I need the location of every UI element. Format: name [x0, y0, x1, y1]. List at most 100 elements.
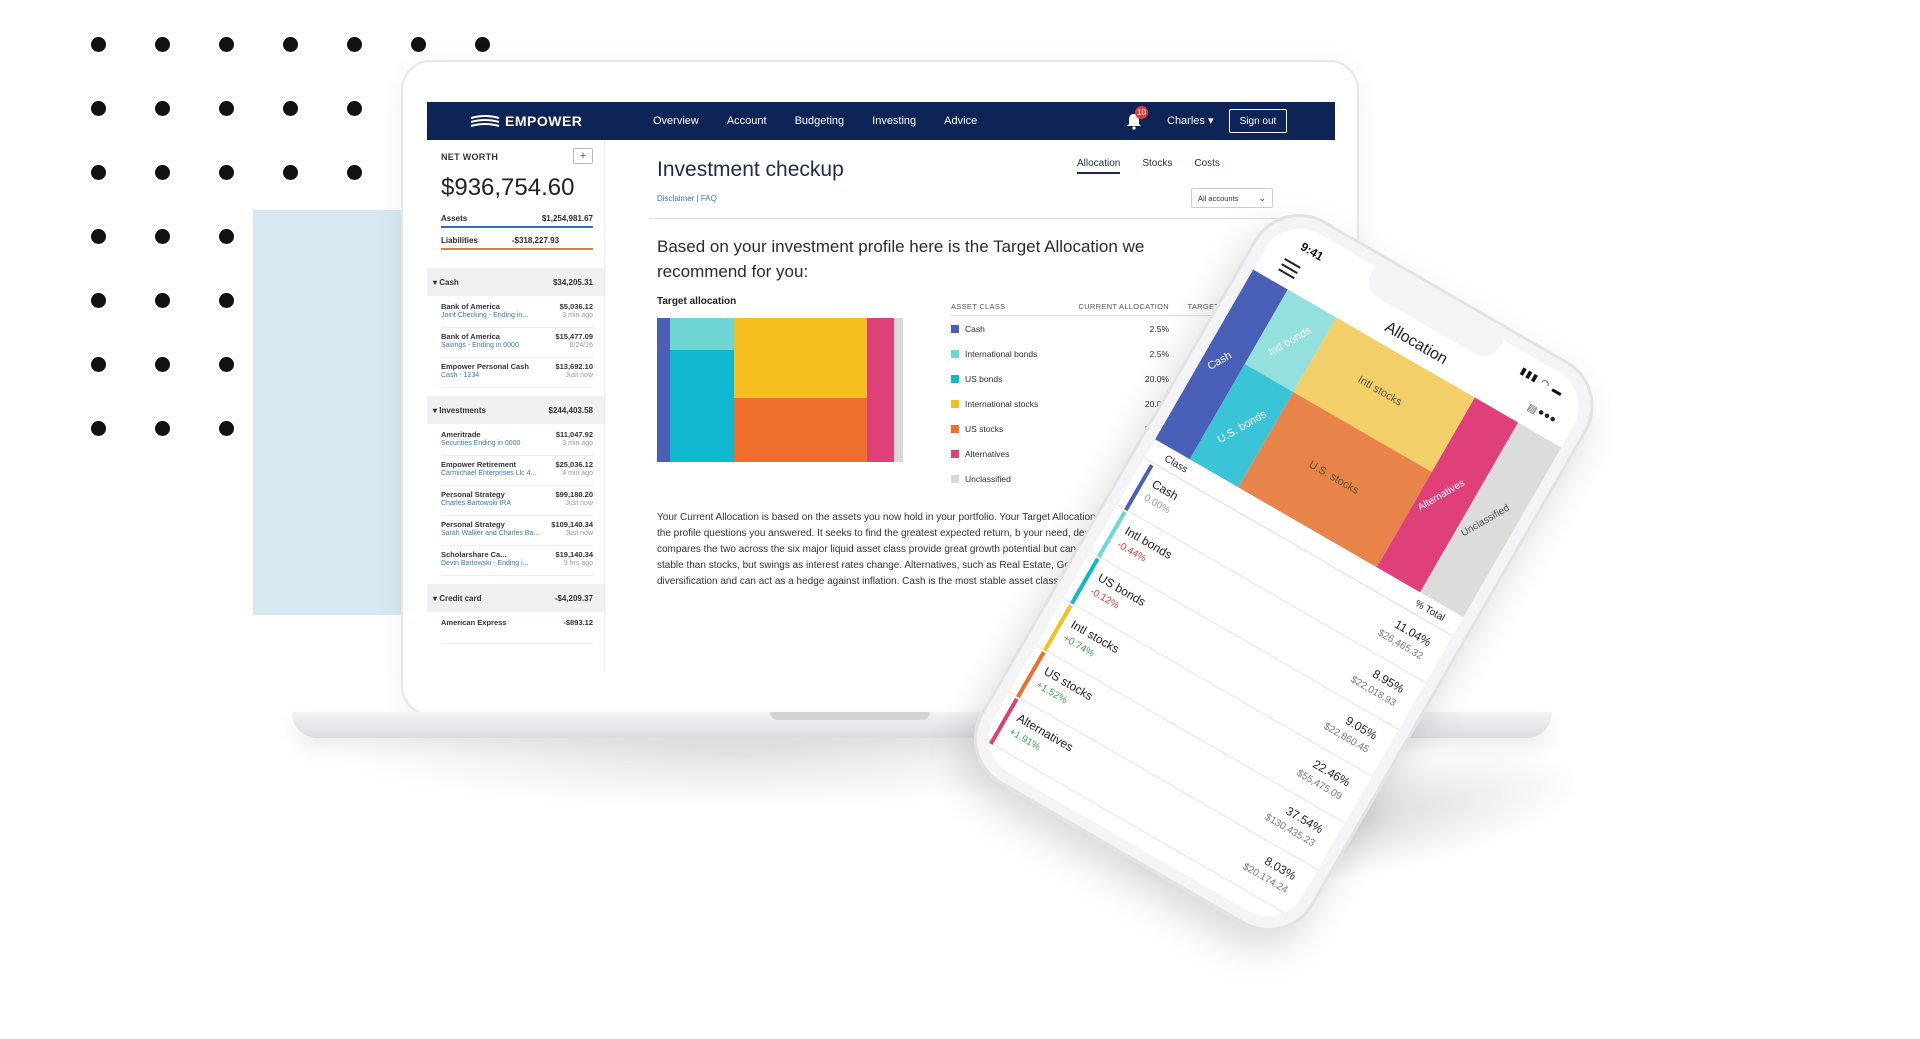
- sidebar-account[interactable]: Bank of America Savings - Ending in 0000 $…: [441, 328, 593, 358]
- nav-investing[interactable]: Investing: [872, 115, 916, 127]
- account-updated: 8/24/16: [569, 342, 593, 349]
- decorative-dot: [283, 165, 298, 180]
- color-swatch: [951, 424, 959, 433]
- account-updated: 4 min ago: [562, 470, 593, 477]
- decorative-dot: [155, 357, 170, 372]
- decorative-dot: [91, 37, 106, 52]
- user-name: Charles: [1167, 115, 1205, 127]
- account-subtitle: Joint Checking - Ending in...: [441, 312, 529, 319]
- tabs: Allocation Stocks Costs: [1077, 158, 1220, 174]
- sidebar-account[interactable]: Empower Personal Cash Cash - 1234 $13,692.…: [441, 358, 593, 388]
- group-label: ▾ Cash: [433, 277, 459, 287]
- decorative-dot: [155, 101, 170, 116]
- account-value: $15,477.09: [555, 332, 593, 341]
- treemap-alternatives[interactable]: [867, 318, 894, 462]
- asset-class-cell: Cash: [951, 324, 1063, 334]
- decorative-dot: [219, 357, 234, 372]
- liabilities-value: -$318,227.93: [511, 236, 560, 245]
- target-allocation-label: Target allocation: [657, 296, 737, 307]
- nav-budgeting[interactable]: Budgeting: [795, 115, 845, 127]
- brand-name: EMPOWER: [505, 113, 583, 129]
- net-worth-label: NET WORTH: [441, 152, 499, 162]
- laptop-notch: [770, 712, 930, 720]
- treemap-intl-stocks[interactable]: [734, 318, 867, 398]
- add-account-button[interactable]: +: [573, 148, 593, 164]
- treemap-us-stocks[interactable]: [734, 398, 867, 462]
- treemap-intl-bonds[interactable]: [670, 318, 734, 350]
- nav-overview[interactable]: Overview: [653, 115, 699, 127]
- decorative-dot: [219, 421, 234, 436]
- sidebar-group-cash[interactable]: ▾ Cash $34,205.31: [427, 268, 604, 296]
- sidebar-account[interactable]: Empower Retirement Carmichael Enterprises…: [441, 456, 593, 486]
- color-swatch: [951, 374, 959, 383]
- col-current-allocation: CURRENT ALLOCATION: [1078, 302, 1169, 311]
- decorative-dot: [91, 421, 106, 436]
- sidebar-group-investments[interactable]: ▾ Investments $244,403.58: [427, 396, 604, 424]
- sidebar-account[interactable]: Personal Strategy Sarah Walker and Charle…: [441, 516, 593, 546]
- asset-class-cell: US bonds: [951, 374, 1063, 384]
- asset-class-cell: Alternatives: [951, 449, 1063, 459]
- decorative-dot: [411, 37, 426, 52]
- account-subtitle: Securities Ending in 0000: [441, 440, 521, 447]
- account-name: Empower Retirement: [441, 460, 517, 469]
- account-select[interactable]: All accounts ⌄: [1191, 188, 1273, 208]
- account-updated: 9 hrs ago: [563, 560, 593, 567]
- decorative-dot: [475, 37, 490, 52]
- phone-treemap-label: U.S. stocks: [1306, 458, 1361, 497]
- sidebar-account[interactable]: Scholarshare Ca... Devin Bartowski - Endi…: [441, 546, 593, 576]
- account-value: $5,036.12: [559, 302, 593, 311]
- phone-treemap-label: Cash: [1205, 349, 1234, 373]
- col-asset-class: ASSET CLASS: [951, 302, 1006, 311]
- liabilities-label: Liabilities: [441, 236, 478, 245]
- asset-class-cell: International stocks: [951, 399, 1063, 409]
- disclaimer-faq-link[interactable]: Disclaimer | FAQ: [657, 194, 717, 203]
- sidebar-account[interactable]: Personal Strategy Charles Bartowski IRA $9…: [441, 486, 593, 516]
- decorative-dot: [91, 357, 106, 372]
- decorative-dot: [347, 37, 362, 52]
- treemap-cash[interactable]: [657, 318, 670, 462]
- phone-treemap-label: Intl stocks: [1355, 373, 1404, 409]
- sign-out-button[interactable]: Sign out: [1229, 109, 1287, 133]
- decorative-dot: [155, 37, 170, 52]
- account-subtitle: Charles Bartowski IRA: [441, 500, 512, 507]
- assets-value: $1,254,981.67: [541, 214, 593, 223]
- user-menu[interactable]: Charles ▾: [1167, 114, 1214, 127]
- color-swatch: [951, 324, 959, 333]
- sidebar-group-credit-card[interactable]: ▾ Credit card -$4,209.37: [427, 584, 604, 612]
- decorative-dot: [347, 101, 362, 116]
- account-name: Bank of America: [441, 332, 500, 341]
- account-updated: 3 min ago: [562, 312, 593, 319]
- decorative-dot: [155, 421, 170, 436]
- sidebar-account[interactable]: Bank of America Joint Checking - Ending i…: [441, 298, 593, 328]
- account-value: $11,047.92: [555, 430, 593, 439]
- sidebar-account[interactable]: American Express -$893.12: [441, 614, 593, 644]
- account-select-value: All accounts: [1198, 194, 1239, 203]
- notification-badge: 10: [1135, 106, 1148, 119]
- tab-costs[interactable]: Costs: [1194, 158, 1220, 174]
- group-total: $244,403.58: [548, 405, 594, 415]
- account-value: $109,140.34: [551, 520, 593, 529]
- account-name: Ameritrade: [441, 430, 481, 439]
- account-value: -$893.12: [563, 618, 593, 627]
- page-title: Investment checkup: [657, 158, 844, 181]
- account-subtitle: Savings - Ending in 0000: [441, 342, 519, 349]
- empower-logo[interactable]: EMPOWER: [469, 111, 582, 131]
- group-label: ▾ Credit card: [433, 593, 482, 603]
- account-subtitle: Sarah Walker and Charles Ba...: [441, 530, 540, 537]
- caret-down-icon: ▾: [1207, 115, 1214, 127]
- decorative-blue-panel: [253, 210, 403, 615]
- tab-stocks[interactable]: Stocks: [1142, 158, 1172, 174]
- tab-allocation[interactable]: Allocation: [1077, 158, 1121, 174]
- account-name: Personal Strategy: [441, 490, 505, 499]
- sidebar-account[interactable]: Ameritrade Securities Ending in 0000 $11,0…: [441, 426, 593, 456]
- decorative-dot: [219, 37, 234, 52]
- color-swatch: [951, 399, 959, 408]
- treemap-unclassified[interactable]: [894, 318, 903, 462]
- nav-account[interactable]: Account: [727, 115, 767, 127]
- color-swatch: [951, 349, 959, 358]
- assets-row[interactable]: Assets $1,254,981.67: [441, 214, 593, 228]
- liabilities-row[interactable]: Liabilities -$318,227.93: [441, 236, 593, 250]
- phone-time: 9:41: [1298, 239, 1326, 264]
- treemap-us-bonds[interactable]: [670, 350, 734, 462]
- nav-advice[interactable]: Advice: [944, 115, 977, 127]
